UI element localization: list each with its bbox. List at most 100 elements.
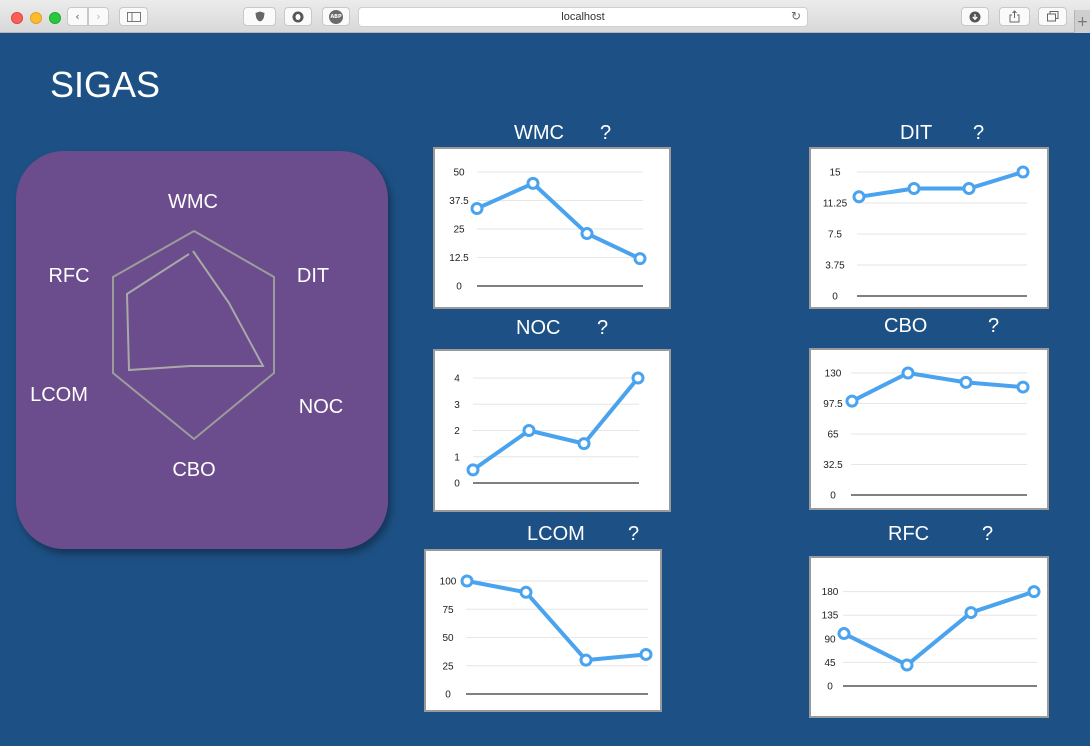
downloads-button[interactable]	[961, 7, 989, 26]
dit-chart-svg: 0 3.75 7.5 11.25 15	[823, 165, 1030, 303]
series-line	[858, 170, 1024, 199]
forward-button[interactable]: ›	[88, 7, 109, 26]
radar-label-cbo: CBO	[172, 459, 216, 481]
browser-toolbar: ‹ › ABP localhost ↻ +	[0, 0, 1090, 33]
data-point	[631, 371, 645, 385]
data-point	[837, 627, 851, 641]
radar-grid-hexagon	[112, 229, 275, 441]
noc-help-button[interactable]: ?	[597, 317, 608, 340]
ghostery-icon	[292, 11, 304, 22]
new-tab-button[interactable]: +	[1074, 10, 1090, 33]
chart-title-dit: DIT	[900, 122, 933, 144]
adblock-extension-button[interactable]: ABP	[322, 7, 350, 26]
radar-label-wmc: WMC	[168, 191, 218, 213]
y-tick-label: 25	[453, 225, 465, 236]
y-tick-label: 0	[454, 479, 460, 490]
close-window-button[interactable]	[11, 12, 23, 24]
data-point	[1027, 585, 1041, 599]
series-line	[851, 371, 1024, 403]
data-point	[460, 574, 474, 588]
data-point	[852, 190, 866, 204]
wmc-help-button[interactable]: ?	[600, 122, 611, 145]
y-tick-label: 12.5	[449, 253, 469, 264]
data-point	[633, 252, 647, 266]
y-tick-label: 15	[829, 168, 841, 179]
sidebar-icon	[126, 11, 141, 22]
radar-card: WMC DIT NOC CBO LCOM RFC	[16, 151, 388, 549]
lcom-chart-svg: 0 25 50 75 100	[440, 574, 653, 701]
dit-help-button[interactable]: ?	[973, 122, 984, 145]
data-point	[580, 227, 594, 241]
lcom-chart: 0 25 50 75 100	[424, 549, 662, 712]
zoom-window-button[interactable]	[49, 12, 61, 24]
y-tick-label: 97.5	[823, 399, 843, 410]
ghostery-extension-button[interactable]	[284, 7, 312, 26]
y-tick-label: 50	[442, 633, 454, 644]
cbo-chart-svg: 0 32.5 65 97.5 130	[823, 366, 1030, 502]
data-point	[959, 375, 973, 389]
download-icon	[969, 11, 981, 22]
app-title: SIGAS	[50, 64, 161, 105]
chart-title-noc: NOC	[516, 317, 561, 339]
minimize-window-button[interactable]	[30, 12, 42, 24]
data-point	[900, 658, 914, 672]
dit-chart: 0 3.75 7.5 11.25 15	[809, 147, 1049, 309]
y-tick-label: 3.75	[825, 261, 845, 272]
wmc-chart: 0 12.5 25 37.5 50	[433, 147, 671, 309]
chart-title-lcom: LCOM	[527, 523, 585, 545]
sidebar-button[interactable]	[119, 7, 148, 26]
y-tick-label: 1	[454, 452, 460, 463]
data-point	[845, 394, 859, 408]
plus-icon: +	[1076, 13, 1089, 30]
y-tick-label: 3	[454, 400, 460, 411]
data-point	[522, 424, 536, 437]
y-tick-label: 65	[827, 430, 839, 441]
cbo-help-button[interactable]: ?	[988, 315, 999, 338]
share-icon	[1009, 10, 1020, 23]
back-button[interactable]: ‹	[67, 7, 88, 26]
radar-label-rfc: RFC	[48, 265, 90, 287]
y-tick-label: 130	[825, 369, 842, 380]
reload-icon[interactable]: ↻	[791, 9, 801, 23]
security-extension-button[interactable]	[243, 7, 276, 26]
y-tick-label: 135	[822, 611, 839, 622]
data-point	[962, 182, 976, 196]
share-button[interactable]	[999, 7, 1030, 26]
radar-label-noc: NOC	[298, 396, 344, 418]
series-line	[843, 589, 1035, 668]
rfc-chart-svg: 0 45 90 135 180	[822, 585, 1041, 693]
y-tick-label: 0	[456, 282, 462, 293]
data-point	[907, 182, 921, 196]
wmc-chart-svg: 0 12.5 25 37.5 50	[449, 168, 647, 293]
y-tick-label: 100	[440, 577, 457, 588]
chart-title-wmc: WMC	[514, 122, 564, 144]
data-point	[526, 176, 540, 190]
chart-title-cbo: CBO	[884, 315, 928, 337]
shield-icon	[255, 11, 264, 22]
chevron-left-icon: ‹	[75, 10, 80, 23]
y-tick-label: 0	[827, 682, 833, 693]
address-text: localhost	[561, 11, 605, 23]
data-point	[466, 463, 480, 477]
tabs-icon	[1046, 11, 1058, 22]
radar-label-dit: DIT	[296, 265, 330, 287]
chart-title-rfc: RFC	[888, 523, 930, 545]
chevron-right-icon: ›	[96, 10, 101, 23]
radar-value-shape	[125, 250, 265, 372]
series-line	[471, 376, 640, 472]
series-line	[466, 579, 647, 663]
noc-chart-svg: 0 1 2 3 4	[454, 371, 645, 490]
y-tick-label: 32.5	[823, 460, 843, 471]
data-point	[579, 653, 593, 667]
rfc-help-button[interactable]: ?	[982, 523, 993, 546]
y-tick-label: 7.5	[828, 230, 842, 241]
data-point	[964, 606, 978, 620]
y-tick-label: 90	[824, 634, 836, 645]
address-bar[interactable]: localhost ↻	[358, 7, 808, 27]
lcom-help-button[interactable]: ?	[628, 523, 639, 546]
adblock-icon: ABP	[329, 9, 343, 24]
data-point	[470, 201, 484, 215]
tabs-overview-button[interactable]	[1038, 7, 1067, 26]
y-tick-label: 50	[453, 168, 465, 179]
data-point	[1016, 165, 1030, 179]
